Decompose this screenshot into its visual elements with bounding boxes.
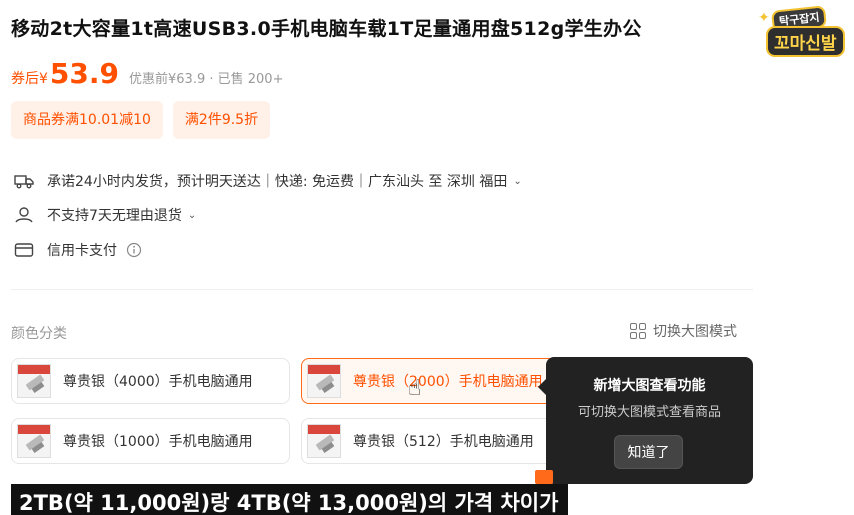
- switch-large-image-mode[interactable]: 切换大图模式: [630, 321, 737, 341]
- variant-option-label: 尊贵银（1000）手机电脑通用: [63, 434, 253, 450]
- tooltip-title: 新增大图查看功能: [593, 378, 706, 394]
- credit-card-icon: [13, 241, 35, 259]
- price-row: 券后¥ 53.9 优惠前¥63.9 · 已售 200+: [11, 57, 283, 90]
- promo-badges: 商品券满10.01减10 满2件9.5折: [11, 101, 271, 139]
- info-icon[interactable]: [123, 241, 145, 259]
- product-title: 移动2t大容量1t高速USB3.0手机电脑车载1T足量通用盘512g学生办公: [11, 18, 642, 40]
- tooltip-text: 可切换大图模式查看商品: [577, 405, 721, 420]
- variant-option[interactable]: 尊贵银（512）手机电脑通用: [301, 418, 580, 464]
- channel-logo: ✦ 탁구잡지 꼬마신발: [758, 4, 850, 60]
- price: 53.9: [49, 57, 120, 90]
- shipping-row[interactable]: 承诺24小时内发货，预计明天送达｜快递: 免运费｜广东汕头 至 深圳 福田 ⌄: [13, 171, 522, 191]
- returns-row[interactable]: 不支持7天无理由退货 ⌄: [13, 205, 196, 225]
- tag-icon: [535, 470, 553, 484]
- service-icon: [13, 206, 35, 224]
- variant-thumbnail: [307, 364, 341, 398]
- promo-badge-coupon[interactable]: 商品券满10.01减10: [11, 101, 163, 139]
- video-subtitle: 2TB(약 11,000원)랑 4TB(약 13,000원)의 가격 차이가: [11, 484, 569, 515]
- variant-label: 颜色分类: [11, 326, 67, 342]
- variant-option[interactable]: 尊贵银（1000）手机电脑通用: [11, 418, 290, 464]
- logo-line-2: 꼬마신발: [766, 26, 845, 57]
- payment-text: 信用卡支付: [47, 243, 117, 259]
- promo-badge-discount[interactable]: 满2件9.5折: [172, 101, 271, 139]
- variant-thumbnail: [17, 424, 51, 458]
- divider: [11, 289, 753, 290]
- switch-label: 切换大图模式: [653, 324, 737, 340]
- got-it-button[interactable]: 知道了: [614, 435, 683, 469]
- variant-thumbnail: [17, 364, 51, 398]
- chevron-down-icon[interactable]: ⌄: [188, 210, 196, 221]
- coupon-price-label: 券后¥: [11, 71, 48, 87]
- original-price-sales: 优惠前¥63.9 · 已售 200+: [129, 72, 284, 87]
- truck-icon: [13, 172, 35, 190]
- returns-text: 不支持7天无理由退货: [47, 208, 182, 224]
- variant-option-label: 尊贵银（512）手机电脑通用: [353, 434, 534, 450]
- variant-option-label: 尊贵银（2000）手机电脑通用: [353, 374, 543, 390]
- variant-thumbnail: [307, 424, 341, 458]
- chevron-down-icon[interactable]: ⌄: [513, 176, 521, 187]
- feature-tooltip: 新增大图查看功能 可切换大图模式查看商品 知道了: [538, 357, 753, 484]
- payment-row: 信用卡支付: [13, 240, 145, 260]
- grid-icon: [630, 323, 646, 339]
- shipping-text: 承诺24小时内发货，预计明天送达｜快递: 免运费｜广东汕头 至 深圳 福田: [47, 174, 508, 190]
- hand-cursor-icon: ☝: [408, 376, 422, 401]
- sparkle-icon: ✦: [758, 10, 770, 26]
- variant-option-label: 尊贵银（4000）手机电脑通用: [63, 374, 253, 390]
- variant-option[interactable]: 尊贵银（4000）手机电脑通用: [11, 358, 290, 404]
